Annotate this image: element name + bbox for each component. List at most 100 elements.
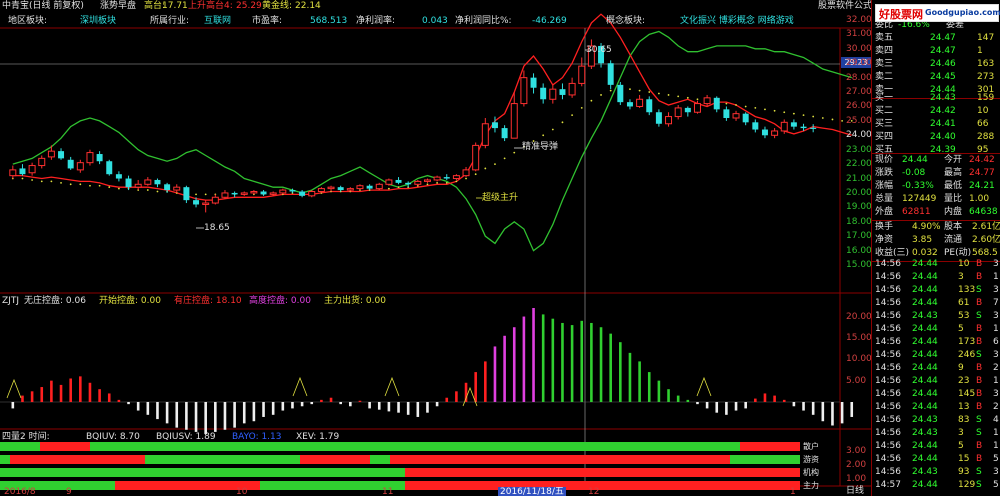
candle-body-up bbox=[221, 192, 229, 198]
yellow-dot bbox=[841, 119, 844, 122]
yellow-dot bbox=[580, 107, 583, 109]
price-tick-label: 25.00 bbox=[846, 116, 872, 126]
yellow-dot bbox=[40, 180, 43, 183]
volume-state-bar-segment bbox=[40, 442, 90, 451]
mid-indicator-bar bbox=[541, 314, 545, 402]
mid-indicator-bar bbox=[638, 361, 641, 402]
mid-indicator-bar bbox=[281, 402, 285, 411]
candle-body-up bbox=[665, 116, 673, 125]
mid-indicator-bar bbox=[416, 402, 420, 417]
yellow-dot bbox=[426, 183, 429, 186]
mid-indicator-bar bbox=[609, 333, 612, 402]
sell-row: 卖五 24.47 147 bbox=[872, 32, 1000, 45]
sell-volume: 163 bbox=[977, 59, 995, 69]
candle-body-down bbox=[607, 63, 614, 85]
tick-price: 24.44 bbox=[912, 441, 938, 451]
mid-indicator-bar bbox=[754, 398, 757, 402]
sell-level-label: 卖五 bbox=[875, 33, 894, 43]
stat-row: 涨幅 -0.33% 最低 24.21 bbox=[872, 180, 1000, 193]
candle-body-up bbox=[250, 191, 258, 194]
stat-label: 总量 bbox=[875, 194, 894, 204]
period-corner-label[interactable]: 日线 bbox=[846, 486, 864, 496]
tick-side: B bbox=[976, 389, 983, 399]
mid-indicator-bar bbox=[30, 391, 34, 402]
mid-indicator-bar bbox=[185, 402, 188, 430]
yellow-dot bbox=[445, 181, 448, 184]
volume-state-bar-segment bbox=[740, 442, 800, 451]
mid-indicator-bar bbox=[156, 402, 159, 420]
kline-chart-canvas[interactable] bbox=[0, 0, 871, 496]
stat-label: 量比 bbox=[944, 194, 963, 204]
site-logo: 好股票网 Goodgupiao.com bbox=[875, 4, 1000, 22]
mid-peak-marker bbox=[6, 378, 22, 399]
yellow-dot bbox=[108, 186, 111, 189]
tick-time: 14:56 bbox=[875, 337, 901, 347]
buy-row: 买二 24.42 10 bbox=[872, 105, 1000, 118]
yellow-dot bbox=[831, 118, 834, 121]
candle-body-down bbox=[337, 187, 344, 191]
candle-body-up bbox=[144, 179, 152, 185]
tick-row: 14:56 24.44 3 B 1 bbox=[872, 271, 1000, 284]
mid-indicator-bar bbox=[291, 402, 294, 409]
stat-label: 净资 bbox=[875, 235, 894, 245]
yellow-dot bbox=[117, 187, 120, 190]
tick-side: S bbox=[976, 350, 982, 360]
tick-count: 3 bbox=[993, 259, 999, 269]
mid-indicator-bar bbox=[397, 402, 400, 413]
candle-body-down bbox=[810, 127, 817, 129]
logo-brand: 好股票网 bbox=[879, 8, 923, 21]
industry-value: 互联网 bbox=[204, 16, 232, 26]
tick-side: B bbox=[976, 272, 983, 282]
candle-body-down bbox=[96, 154, 103, 162]
tick-time: 14:56 bbox=[875, 324, 901, 334]
candle-body-up bbox=[472, 144, 480, 171]
price-tick-label: 22.00 bbox=[846, 159, 872, 169]
tick-side: S bbox=[976, 311, 982, 321]
sell-price: 24.46 bbox=[930, 59, 956, 69]
candle-body-up bbox=[240, 192, 248, 195]
tick-count: 3 bbox=[993, 311, 999, 321]
tick-volume: 5 bbox=[958, 441, 964, 451]
stat-value: 3.85 bbox=[912, 235, 933, 245]
mid-indicator-bar bbox=[146, 402, 150, 415]
industry-label: 所属行业: bbox=[150, 16, 190, 26]
tick-row: 14:56 24.44 61 B 7 bbox=[872, 297, 1000, 310]
gold-label: 黄金线: bbox=[262, 1, 293, 11]
candle-body-down bbox=[289, 190, 296, 192]
yellow-dot bbox=[609, 89, 612, 92]
yellow-dot bbox=[783, 111, 786, 114]
tick-volume: 133 bbox=[958, 285, 976, 295]
yellow-dot bbox=[50, 180, 53, 183]
price-tick-label: 17.00 bbox=[846, 231, 872, 241]
mid-axis-label: 15.00 bbox=[846, 333, 872, 343]
mid-indicator-bar bbox=[136, 402, 140, 411]
volume-state-bar-segment bbox=[0, 455, 10, 464]
bottom-row-label: 机构 bbox=[803, 468, 819, 477]
yellow-dot bbox=[600, 94, 602, 96]
yellow-dot bbox=[484, 167, 487, 170]
price-tick-label: 24.00 bbox=[846, 130, 872, 140]
candle-body-up bbox=[317, 188, 325, 192]
gao-value: 17.71 bbox=[162, 1, 188, 11]
tick-volume: 173 bbox=[958, 337, 976, 347]
tick-count: 1 bbox=[993, 272, 999, 282]
tick-price: 24.44 bbox=[912, 376, 938, 386]
candle-body-down bbox=[540, 87, 547, 100]
mid-indicator-bar bbox=[252, 402, 256, 422]
price-tick-label: 30.00 bbox=[846, 44, 872, 54]
stat-label: 内盘 bbox=[944, 207, 963, 217]
mid-indicator-bar bbox=[512, 327, 516, 402]
tick-time: 14:56 bbox=[875, 363, 901, 373]
yellow-dot bbox=[474, 173, 477, 176]
buy-level-label: 买一 bbox=[875, 93, 894, 103]
candle-body-down bbox=[164, 184, 171, 191]
tick-row: 14:57 24.44 129 S 5 bbox=[872, 479, 1000, 492]
volume-state-bar-segment bbox=[0, 442, 40, 451]
stat-label: 最高 bbox=[944, 168, 963, 178]
tick-price: 24.44 bbox=[912, 350, 938, 360]
mid-indicator-bar bbox=[445, 397, 449, 402]
mid-indicator-bar bbox=[310, 402, 314, 405]
tick-time: 14:56 bbox=[875, 376, 901, 386]
candle-body-up bbox=[173, 186, 181, 191]
volume-state-bar-segment bbox=[730, 455, 800, 464]
